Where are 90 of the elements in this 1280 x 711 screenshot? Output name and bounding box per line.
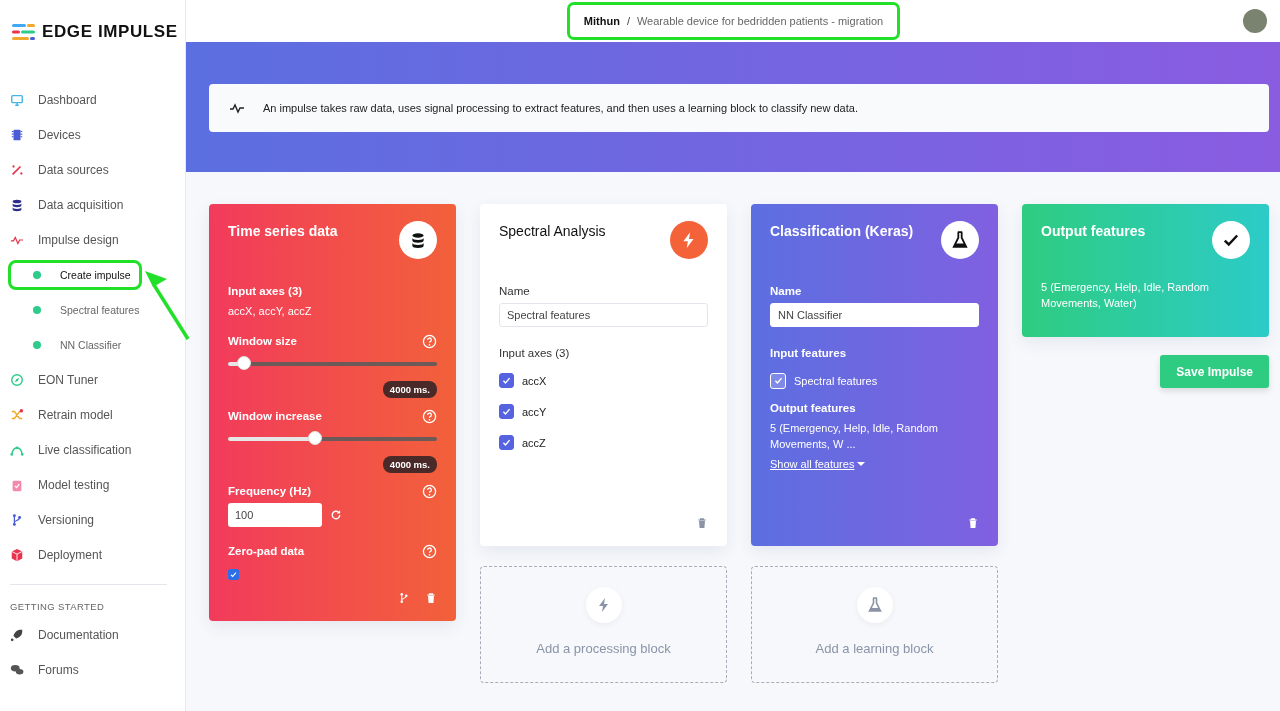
avatar[interactable] xyxy=(1243,9,1267,33)
sidebar-item[interactable]: Versioning xyxy=(10,502,185,537)
breadcrumb-separator: / xyxy=(626,15,630,27)
name-field[interactable]: NN Classifier xyxy=(770,303,979,327)
sidebar-item[interactable]: Impulse design xyxy=(10,222,185,257)
sidebar-item[interactable]: Data sources xyxy=(10,152,185,187)
status-dot xyxy=(33,305,41,314)
checkbox[interactable] xyxy=(228,568,239,580)
field-label: Window increase xyxy=(228,410,322,422)
status-dot xyxy=(33,270,41,279)
help-icon xyxy=(422,543,437,559)
brand-name: EDGE IMPULSE xyxy=(42,22,178,42)
help-icon xyxy=(422,333,437,349)
sidebar-subitem[interactable]: Spectral features xyxy=(8,294,151,325)
field-label: Frequency (Hz) xyxy=(228,485,312,497)
flask-icon xyxy=(951,231,969,249)
slider-thumb[interactable] xyxy=(236,356,251,370)
chat-bubbles-icon xyxy=(10,662,24,677)
field-label: Output features xyxy=(770,402,857,414)
help-icon xyxy=(422,483,437,499)
axes-value: accX, accY, accZ xyxy=(228,304,313,319)
field-label: Input axes (3) xyxy=(499,347,571,359)
compass-icon xyxy=(10,372,24,387)
checkmark-icon xyxy=(501,375,512,386)
sidebar-subitem[interactable]: NN Classifier xyxy=(8,329,133,360)
breadcrumb-link[interactable]: Mithun xyxy=(583,15,620,27)
branch-icon xyxy=(398,592,410,604)
checkbox-label: accX xyxy=(522,374,547,387)
status-dot xyxy=(33,340,41,349)
wand-icon xyxy=(10,162,24,177)
info-text: An impulse takes raw data, uses signal processing to extract features, and then uses a learning block to classify new data. xyxy=(263,102,858,114)
slider[interactable] xyxy=(228,432,437,446)
block-title: Classification (Keras) xyxy=(770,222,914,239)
field-label: Input axes (3) xyxy=(228,285,304,297)
sidebar-item[interactable]: Deployment xyxy=(10,537,185,572)
field-label: Name xyxy=(770,285,803,297)
checkbox-label: accY xyxy=(522,405,547,418)
caret-icon xyxy=(857,462,866,466)
cube-icon xyxy=(10,547,24,562)
name-field[interactable]: Spectral features xyxy=(499,303,708,327)
section-heading: GETTING STARTED xyxy=(10,599,106,614)
sidebar-item[interactable]: Model testing xyxy=(10,467,185,502)
project-name: Wearable device for bedridden patients - migration xyxy=(636,15,884,27)
trash-icon xyxy=(696,517,708,529)
checkmark-icon xyxy=(501,437,512,448)
slider-thumb[interactable] xyxy=(307,431,322,445)
database-icon xyxy=(409,231,427,249)
sidebar-item[interactable]: Devices xyxy=(10,117,185,152)
slider-value: 4000 ms. xyxy=(382,456,437,473)
annotation-arrow xyxy=(142,269,192,341)
sidebar-item[interactable]: Data acquisition xyxy=(10,187,185,222)
frequency-field[interactable]: 100 xyxy=(228,503,322,527)
database-icon xyxy=(10,197,24,212)
monitor-icon xyxy=(10,92,24,107)
sidebar-item[interactable]: Forums xyxy=(10,652,185,687)
slider-value: 4000 ms. xyxy=(382,381,437,398)
checkbox[interactable] xyxy=(499,373,514,388)
trash-icon xyxy=(425,592,437,604)
branch-icon xyxy=(10,512,24,527)
block-title: Output features xyxy=(1041,222,1146,239)
checkmark-icon xyxy=(501,406,512,417)
sidebar-subitem[interactable]: Create impulse xyxy=(8,259,142,290)
checkbox-label: Spectral features xyxy=(794,374,878,387)
shuffle-icon xyxy=(10,407,24,422)
trash-icon xyxy=(967,517,979,529)
rocket-icon xyxy=(10,627,24,642)
output-features-text: 5 (Emergency, Help, Idle, Random Movements, Water) xyxy=(1041,280,1210,311)
checkmark-icon xyxy=(772,375,784,386)
block-title: Time series data xyxy=(228,222,338,239)
field-label: Window size xyxy=(228,335,297,347)
chip-icon xyxy=(10,127,24,142)
checkbox[interactable] xyxy=(499,404,514,419)
sidebar-item[interactable]: Retrain model xyxy=(10,397,185,432)
sidebar-item[interactable]: Documentation xyxy=(10,617,185,652)
help-icon xyxy=(422,408,437,424)
slider[interactable] xyxy=(228,357,437,371)
sidebar-item[interactable]: EON Tuner xyxy=(10,362,185,397)
checkbox-label: accZ xyxy=(522,436,546,449)
sidebar-item[interactable]: Live classification xyxy=(10,432,185,467)
sidebar-item[interactable]: Dashboard xyxy=(10,82,185,117)
show-all-features-link[interactable]: Show all features xyxy=(770,458,866,470)
field-label: Input features xyxy=(770,347,848,359)
logo-icon xyxy=(12,23,36,41)
flask-icon xyxy=(866,597,883,613)
output-features-text: 5 (Emergency, Help, Idle, Random Movements, W ... xyxy=(770,421,939,452)
field-label: Name xyxy=(499,285,531,297)
refresh-icon xyxy=(330,509,342,521)
checkbox[interactable] xyxy=(499,435,514,450)
block-title: Spectral Analysis xyxy=(499,222,606,239)
field-label: Zero-pad data xyxy=(228,545,305,557)
